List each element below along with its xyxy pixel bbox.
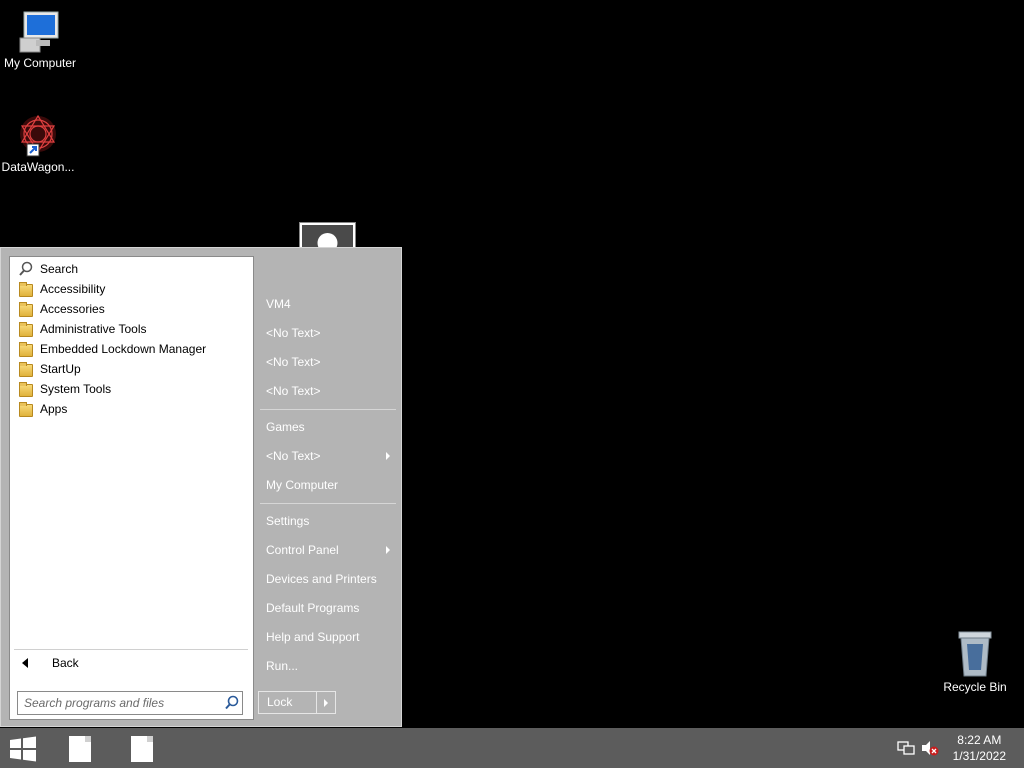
right-item-control-panel[interactable]: Control Panel [266, 540, 396, 560]
program-label: StartUp [40, 362, 81, 376]
desktop-icon-datawagon[interactable]: DataWagon... [0, 112, 78, 174]
submenu-arrow-icon [386, 546, 390, 554]
computer-icon [19, 11, 59, 53]
volume-muted-icon[interactable] [921, 740, 939, 756]
right-item-devices-and-printers[interactable]: Devices and Printers [266, 569, 396, 589]
folder-icon [18, 381, 34, 397]
back-arrow-icon [22, 658, 28, 668]
divider [14, 649, 248, 650]
apps-folder-icon [18, 401, 34, 417]
program-label: Apps [40, 402, 68, 416]
right-item-games[interactable]: Games [266, 417, 396, 437]
back-label: Back [52, 656, 79, 670]
datawagon-icon [20, 114, 56, 157]
program-label: Administrative Tools [40, 322, 147, 336]
magnifier-icon [18, 261, 34, 277]
clock-date: 1/31/2022 [952, 749, 1006, 763]
lock-button[interactable]: Lock [258, 691, 336, 714]
desktop-icon-recycle-bin[interactable]: Recycle Bin [935, 630, 1015, 694]
lock-options-arrow-button[interactable] [316, 692, 335, 713]
search-programs-field[interactable] [17, 691, 243, 715]
windows-logo-icon [10, 736, 36, 762]
right-item-label: <No Text> [266, 384, 321, 398]
network-icon[interactable] [897, 740, 915, 756]
taskbar-document-icon[interactable] [131, 736, 153, 762]
program-item-apps[interactable]: Apps [18, 399, 67, 419]
right-item-label: Help and Support [266, 630, 360, 644]
program-item-search[interactable]: Search [18, 259, 78, 279]
right-item-no-text-3[interactable]: <No Text> [266, 381, 396, 401]
desktop-icon-label: Recycle Bin [943, 680, 1007, 694]
folder-icon [18, 281, 34, 297]
program-label: System Tools [40, 382, 112, 396]
recycle-bin-icon [958, 631, 992, 677]
desktop-icon-label: My Computer [3, 56, 77, 70]
right-item-label: <No Text> [266, 449, 321, 463]
right-item-label: Run... [266, 659, 299, 673]
lock-label: Lock [267, 695, 293, 709]
program-item-accessories[interactable]: Accessories [18, 299, 105, 319]
right-item-label: Control Panel [266, 543, 339, 557]
right-item-default-programs[interactable]: Default Programs [266, 598, 396, 618]
divider [260, 409, 396, 410]
right-item-label: Games [266, 420, 305, 434]
right-item-label: My Computer [266, 478, 339, 492]
programs-panel: Search Accessibility Accessories Adminis… [9, 256, 254, 720]
right-item-help-and-support[interactable]: Help and Support [266, 627, 396, 647]
search-input[interactable] [18, 695, 222, 711]
right-item-my-computer[interactable]: My Computer [266, 475, 396, 495]
folder-icon [18, 341, 34, 357]
right-item-label: Devices and Printers [266, 572, 377, 586]
program-item-embedded-lockdown-manager[interactable]: Embedded Lockdown Manager [18, 339, 206, 359]
right-item-label: Settings [266, 514, 310, 528]
folder-icon [18, 361, 34, 377]
start-button[interactable] [8, 736, 38, 762]
right-item-no-text-1[interactable]: <No Text> [266, 323, 396, 343]
desktop-icon-label: DataWagon... [1, 160, 75, 174]
right-item-label: Default Programs [266, 601, 360, 615]
folder-icon [18, 321, 34, 337]
taskbar-document-icon[interactable] [69, 736, 91, 762]
search-icon[interactable] [222, 693, 242, 713]
right-item-settings[interactable]: Settings [266, 511, 396, 531]
folder-icon [18, 301, 34, 317]
program-item-system-tools[interactable]: System Tools [18, 379, 111, 399]
right-item-label: <No Text> [266, 355, 321, 369]
right-item-no-text-submenu[interactable]: <No Text> [266, 446, 396, 466]
clock-time: 8:22 AM [957, 733, 1002, 747]
program-label: Accessibility [40, 282, 106, 296]
desktop-icon-my-computer[interactable]: My Computer [0, 8, 80, 70]
program-item-administrative-tools[interactable]: Administrative Tools [18, 319, 147, 339]
program-label: Embedded Lockdown Manager [40, 342, 207, 356]
right-item-label: <No Text> [266, 326, 321, 340]
program-item-accessibility[interactable]: Accessibility [18, 279, 105, 299]
back-button[interactable]: Back [18, 653, 248, 673]
program-label: Accessories [40, 302, 105, 316]
divider [260, 503, 396, 504]
clock[interactable]: 8:22 AM 1/31/2022 [953, 732, 1006, 764]
right-item-label: VM4 [266, 297, 291, 311]
right-item-user-name[interactable]: VM4 [266, 294, 396, 314]
right-item-run[interactable]: Run... [266, 656, 396, 676]
right-item-no-text-2[interactable]: <No Text> [266, 352, 396, 372]
program-item-startup[interactable]: StartUp [18, 359, 81, 379]
submenu-arrow-icon [386, 452, 390, 460]
taskbar: 8:22 AM 1/31/2022 [0, 728, 1024, 768]
program-label: Search [40, 262, 79, 276]
